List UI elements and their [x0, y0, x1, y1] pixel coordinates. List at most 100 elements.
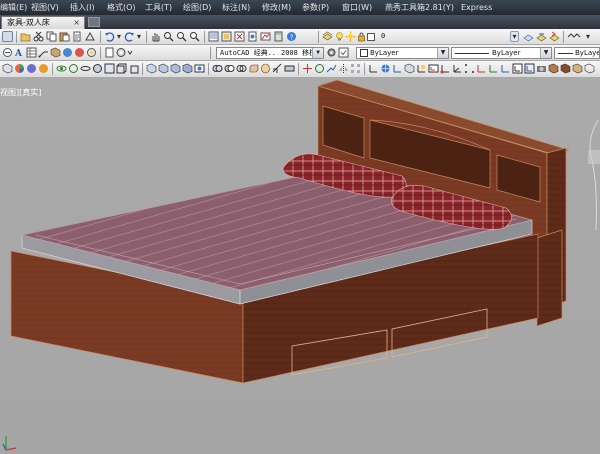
redo-icon[interactable] — [124, 31, 135, 42]
tool-palettes-icon[interactable] — [234, 31, 245, 42]
layer-previous-icon[interactable] — [536, 31, 547, 42]
pan-hand-icon[interactable] — [150, 31, 161, 42]
ucs-origin-icon[interactable] — [440, 63, 451, 74]
menu-parametric[interactable]: 参数(P) — [302, 2, 329, 13]
sphere-icon[interactable] — [26, 63, 37, 74]
menu-modify[interactable]: 修改(M) — [262, 2, 291, 13]
sun-icon[interactable] — [345, 31, 356, 42]
3d-rotate-icon[interactable] — [314, 63, 325, 74]
chevron-down-icon[interactable]: ▼ — [312, 48, 323, 58]
menu-draw[interactable]: 绘图(D) — [183, 2, 211, 13]
wireframe-icon[interactable] — [584, 63, 595, 74]
materials-icon[interactable] — [74, 47, 85, 58]
sheet-set-icon[interactable] — [247, 31, 258, 42]
subtract-icon[interactable] — [224, 63, 235, 74]
conceptual-icon[interactable] — [572, 63, 583, 74]
lock-icon[interactable] — [356, 31, 367, 42]
shade-icon[interactable] — [548, 63, 559, 74]
realistic-icon[interactable] — [560, 63, 571, 74]
undo-icon[interactable] — [104, 31, 115, 42]
cut-icon[interactable] — [33, 31, 44, 42]
menu-express[interactable]: Express — [461, 2, 492, 13]
drawing-viewport[interactable]: 视图][真实] — [0, 78, 600, 454]
view-front-icon[interactable] — [116, 63, 127, 74]
layer-combo[interactable]: 2008 移植 ▼ — [278, 47, 324, 59]
visual-style-icon[interactable] — [50, 47, 61, 58]
chevron-down-icon[interactable]: ▾ — [510, 31, 519, 42]
table-style-icon[interactable] — [26, 47, 37, 58]
zoom-realtime-icon[interactable] — [163, 31, 174, 42]
render-icon[interactable] — [62, 47, 73, 58]
ucs-icon-button[interactable] — [368, 63, 379, 74]
open-folder-icon[interactable] — [20, 31, 31, 42]
workspace-settings-icon[interactable] — [116, 47, 134, 58]
design-center-icon[interactable] — [221, 31, 232, 42]
section-icon[interactable] — [284, 63, 295, 74]
lineweight-combo[interactable]: ByLayer — [554, 47, 600, 59]
layer-select[interactable]: 0 — [378, 31, 520, 43]
walk-icon[interactable] — [92, 63, 103, 74]
help-icon[interactable]: ? — [286, 31, 297, 42]
ucs-object-icon[interactable] — [416, 63, 427, 74]
slice-icon[interactable] — [272, 63, 283, 74]
lightbulb-on-icon[interactable] — [334, 31, 345, 42]
ucs-world-icon[interactable] — [380, 63, 391, 74]
chevron-down-icon[interactable]: ▾ — [116, 31, 122, 42]
view-top-icon[interactable] — [104, 63, 115, 74]
intersect-icon[interactable] — [236, 63, 247, 74]
box-icon[interactable] — [2, 63, 13, 74]
new-tab-button[interactable] — [88, 17, 100, 27]
copy-icon[interactable] — [46, 31, 57, 42]
revolve-icon[interactable] — [260, 63, 271, 74]
ucs-view-icon[interactable] — [428, 63, 439, 74]
chevron-down-icon[interactable]: ▼ — [437, 48, 448, 58]
ucs-y-icon[interactable] — [488, 63, 499, 74]
paste-icon[interactable] — [59, 31, 70, 42]
orbit-icon[interactable] — [56, 63, 67, 74]
union-icon[interactable] — [212, 63, 223, 74]
linetype-combo[interactable]: ByLayer ▼ — [451, 47, 552, 59]
menu-yanxiu-toolbox[interactable]: 燕秀工具箱2.81(Y) — [385, 2, 454, 13]
layer-properties-icon[interactable] — [322, 31, 333, 42]
lights-icon[interactable] — [86, 47, 97, 58]
menu-view[interactable]: 视图(V) — [31, 2, 59, 13]
workspace-save-icon[interactable] — [338, 47, 349, 58]
viewcube[interactable] — [582, 120, 600, 230]
sheet-icon[interactable] — [104, 47, 115, 58]
ucs-z-icon[interactable] — [500, 63, 511, 74]
3d-align-icon[interactable] — [326, 63, 337, 74]
block-editor-icon[interactable] — [85, 31, 96, 42]
chevron-down-icon[interactable]: ▾ — [136, 31, 142, 42]
ucs-3point-icon[interactable] — [464, 63, 475, 74]
dimension-style-icon[interactable] — [2, 47, 13, 58]
layer-states-icon[interactable] — [549, 31, 560, 42]
gear-icon[interactable] — [326, 47, 337, 58]
close-icon[interactable]: × — [73, 17, 80, 28]
ucs-previous-icon[interactable] — [392, 63, 403, 74]
menu-format[interactable]: 格式(O) — [107, 2, 136, 13]
ucs-x-icon[interactable] — [476, 63, 487, 74]
markup-icon[interactable] — [260, 31, 271, 42]
ucs-face-icon[interactable] — [404, 63, 415, 74]
chevron-down-icon[interactable]: ▾ — [583, 31, 593, 42]
3d-array-icon[interactable] — [350, 63, 361, 74]
view-left-icon[interactable] — [128, 63, 139, 74]
menu-edit[interactable]: 编辑(E) — [0, 2, 27, 13]
extrude-icon[interactable] — [248, 63, 259, 74]
ucs-zaxis-icon[interactable] — [452, 63, 463, 74]
workspace-switch-icon[interactable] — [567, 31, 581, 42]
named-views-icon[interactable] — [194, 63, 205, 74]
3d-move-icon[interactable] — [302, 63, 313, 74]
new-icon[interactable] — [2, 31, 13, 42]
camera-icon[interactable] — [536, 63, 547, 74]
make-current-layer-icon[interactable] — [523, 31, 534, 42]
color-wheel-icon[interactable] — [14, 63, 25, 74]
chevron-down-icon[interactable]: ▼ — [540, 48, 551, 58]
menu-window[interactable]: 窗口(W) — [342, 2, 372, 13]
menu-dimension[interactable]: 标注(N) — [222, 2, 250, 13]
menu-insert[interactable]: 插入(I) — [70, 2, 95, 13]
view-iso-nw-icon[interactable] — [182, 63, 193, 74]
view-iso-sw-icon[interactable] — [146, 63, 157, 74]
match-properties-icon[interactable] — [72, 31, 83, 42]
ball-icon[interactable] — [38, 63, 49, 74]
